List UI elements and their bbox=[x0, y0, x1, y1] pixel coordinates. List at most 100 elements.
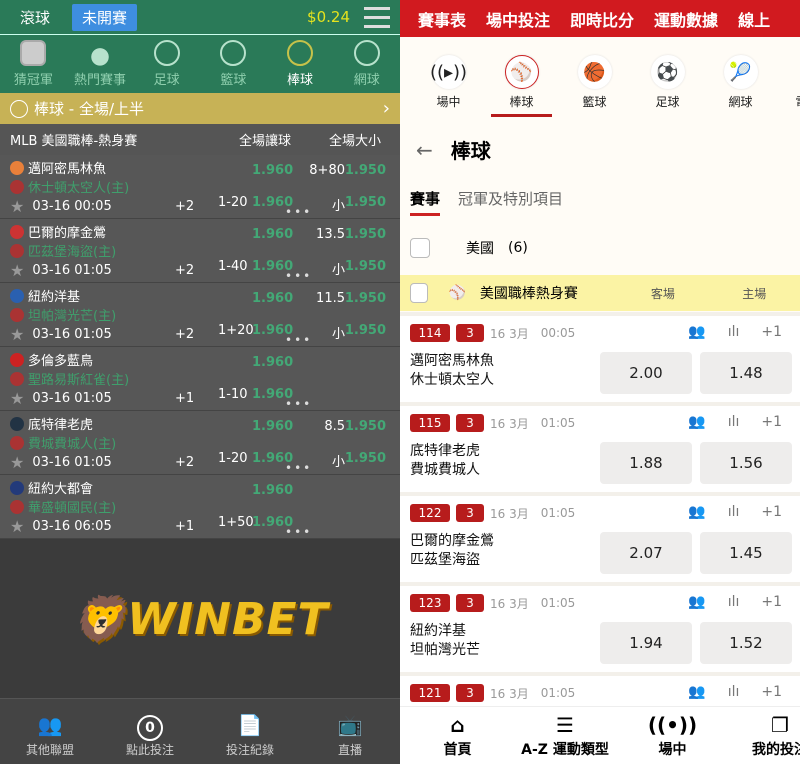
handicap-odd-away[interactable]: 1.960 bbox=[252, 291, 293, 306]
odd-away-button[interactable]: 2.07 bbox=[600, 532, 692, 574]
sport-tab-hot[interactable]: 熱門賽事 bbox=[67, 35, 134, 93]
country-row[interactable]: 美國 (6) bbox=[410, 238, 528, 258]
match-card[interactable]: 115 3 16 3月 01:05 👥 ılı +1 底特律老虎 費城費城人 1.88 1.… bbox=[400, 402, 800, 492]
sport-tennis[interactable]: 🎾 網球 bbox=[704, 55, 777, 117]
match-row[interactable]: 多倫多藍鳥 聖路易斯紅雀(主) ★ 03-16 01:05 +1 1.960 1-… bbox=[0, 347, 400, 411]
star-icon[interactable]: ★ bbox=[10, 197, 24, 216]
lineup-icon[interactable]: 👥 bbox=[688, 504, 705, 520]
top-tab-inplay[interactable]: 場中投注 bbox=[486, 7, 550, 31]
lineup-icon[interactable]: 👥 bbox=[688, 684, 705, 700]
over-odd[interactable]: 1.950 bbox=[345, 227, 386, 242]
menu-icon[interactable] bbox=[364, 6, 390, 28]
tab-live[interactable]: 滾球 bbox=[10, 4, 60, 31]
nav-live-stream[interactable]: 📺 直播 bbox=[300, 699, 400, 764]
odd-home-button[interactable]: 1.45 bbox=[700, 532, 792, 574]
more-dots-icon[interactable]: ••• bbox=[285, 397, 312, 411]
nav-inplay[interactable]: ((•)) 場中 bbox=[615, 707, 730, 764]
more-dots-icon[interactable]: ••• bbox=[285, 525, 312, 539]
stats-icon[interactable]: ılı bbox=[728, 414, 740, 430]
nav-az-sports[interactable]: ☰ A-Z 運動類型 bbox=[515, 707, 615, 764]
more-markets[interactable]: +1 bbox=[761, 594, 782, 610]
handicap-odd-away[interactable]: 1.960 bbox=[252, 483, 293, 498]
under-odd[interactable]: 1.950 bbox=[345, 323, 386, 338]
star-icon[interactable]: ★ bbox=[10, 261, 24, 280]
more-markets[interactable]: +1 bbox=[175, 391, 194, 406]
star-icon[interactable]: ★ bbox=[10, 517, 24, 536]
sport-tab-soccer[interactable]: 足球 bbox=[133, 35, 200, 93]
handicap-odd-away[interactable]: 1.960 bbox=[252, 163, 293, 178]
tab-outrights[interactable]: 冠軍及特別項目 bbox=[458, 188, 563, 216]
sport-tab-baseball[interactable]: 棒球 bbox=[267, 35, 334, 93]
star-icon[interactable]: ★ bbox=[10, 453, 24, 472]
match-row[interactable]: 邁阿密馬林魚 休士頓太空人(主) ★ 03-16 00:05 +2 1.960 1… bbox=[0, 155, 400, 219]
odd-away-button[interactable]: 1.94 bbox=[600, 622, 692, 664]
more-markets[interactable]: +1 bbox=[761, 324, 782, 340]
more-markets[interactable]: +1 bbox=[761, 414, 782, 430]
more-dots-icon[interactable]: ••• bbox=[285, 333, 312, 347]
sport-soccer[interactable]: ⚽ 足球 bbox=[631, 55, 704, 117]
odd-away-button[interactable]: 1.88 bbox=[600, 442, 692, 484]
handicap-odd-away[interactable]: 1.960 bbox=[252, 227, 293, 242]
odd-home-button[interactable]: 1.56 bbox=[700, 442, 792, 484]
tab-events[interactable]: 賽事 bbox=[410, 188, 441, 216]
more-markets[interactable]: +1 bbox=[175, 519, 194, 534]
stats-icon[interactable]: ılı bbox=[728, 684, 740, 700]
back-arrow-icon[interactable]: ← bbox=[416, 138, 433, 162]
match-card[interactable]: 122 3 16 3月 01:05 👥 ılı +1 巴爾的摩金鶯 匹茲堡海盜 2.07 1… bbox=[400, 492, 800, 582]
sport-basketball[interactable]: 🏀 籃球 bbox=[558, 55, 631, 117]
nav-bet-slip[interactable]: 0 點此投注 bbox=[100, 699, 200, 764]
lineup-icon[interactable]: 👥 bbox=[688, 414, 705, 430]
handicap-odd-away[interactable]: 1.960 bbox=[252, 355, 293, 370]
more-markets[interactable]: +2 bbox=[175, 199, 194, 214]
country-checkbox[interactable] bbox=[410, 238, 430, 258]
under-odd[interactable]: 1.950 bbox=[345, 195, 386, 210]
under-odd[interactable]: 1.950 bbox=[345, 451, 386, 466]
stats-icon[interactable]: ılı bbox=[728, 504, 740, 520]
nav-other-leagues[interactable]: 👥 其他聯盟 bbox=[0, 699, 100, 764]
odd-home-button[interactable]: 1.48 bbox=[700, 352, 792, 394]
sport-tab-tennis[interactable]: 網球 bbox=[333, 35, 400, 93]
sport-live[interactable]: ((▸)) 場中 bbox=[412, 55, 485, 117]
match-row[interactable]: 紐約大都會 華盛頓國民(主) ★ 03-16 06:05 +1 1.960 1+5… bbox=[0, 475, 400, 539]
odd-home-button[interactable]: 1.52 bbox=[700, 622, 792, 664]
star-icon[interactable]: ★ bbox=[10, 325, 24, 344]
match-row[interactable]: 底特律老虎 費城費城人(主) ★ 03-16 01:05 +2 1.960 1-2… bbox=[0, 411, 400, 475]
match-row[interactable]: 巴爾的摩金鶯 匹茲堡海盜(主) ★ 03-16 01:05 +2 1.960 1-… bbox=[0, 219, 400, 283]
nav-home[interactable]: ⌂ 首頁 bbox=[400, 707, 515, 764]
over-odd[interactable]: 1.950 bbox=[345, 163, 386, 178]
star-icon[interactable]: ★ bbox=[10, 389, 24, 408]
top-tab-schedule[interactable]: 賽事表 bbox=[418, 7, 466, 31]
more-markets[interactable]: +2 bbox=[175, 455, 194, 470]
nav-my-bets[interactable]: ❐ 我的投注 bbox=[730, 707, 800, 764]
handicap-odd-away[interactable]: 1.960 bbox=[252, 419, 293, 434]
tab-upcoming[interactable]: 未開賽 bbox=[72, 3, 138, 31]
more-markets[interactable]: +1 bbox=[761, 684, 782, 700]
over-odd[interactable]: 1.950 bbox=[345, 291, 386, 306]
sport-tab-champion[interactable]: 猜冠軍 bbox=[0, 35, 67, 93]
more-dots-icon[interactable]: ••• bbox=[285, 205, 312, 219]
more-markets[interactable]: +2 bbox=[175, 263, 194, 278]
match-card[interactable]: 123 3 16 3月 01:05 👥 ılı +1 紐約洋基 坦帕灣光芒 1.94 1.5… bbox=[400, 582, 800, 672]
top-tab-online[interactable]: 線上 bbox=[738, 7, 770, 31]
more-dots-icon[interactable]: ••• bbox=[285, 269, 312, 283]
match-row[interactable]: 紐約洋基 坦帕灣光芒(主) ★ 03-16 01:05 +2 1.960 1+20… bbox=[0, 283, 400, 347]
lineup-icon[interactable]: 👥 bbox=[688, 324, 705, 340]
top-tab-stats[interactable]: 運動數據 bbox=[654, 7, 718, 31]
over-odd[interactable]: 1.950 bbox=[345, 419, 386, 434]
more-markets[interactable]: +1 bbox=[761, 504, 782, 520]
sport-tab-basketball[interactable]: 籃球 bbox=[200, 35, 267, 93]
match-card[interactable]: 114 3 16 3月 00:05 👥 ılı +1 邁阿密馬林魚 休士頓太空人 2.00 … bbox=[400, 312, 800, 402]
more-markets[interactable]: +2 bbox=[175, 327, 194, 342]
sport-esports[interactable]: 電子競 bbox=[777, 55, 800, 117]
lineup-icon[interactable]: 👥 bbox=[688, 594, 705, 610]
odd-away-button[interactable]: 2.00 bbox=[600, 352, 692, 394]
more-dots-icon[interactable]: ••• bbox=[285, 461, 312, 475]
league-checkbox[interactable] bbox=[410, 283, 429, 303]
under-odd[interactable]: 1.950 bbox=[345, 259, 386, 274]
nav-bet-history[interactable]: 📄 投注紀錄 bbox=[200, 699, 300, 764]
stats-icon[interactable]: ılı bbox=[728, 594, 740, 610]
sport-baseball[interactable]: ⚾ 棒球 bbox=[485, 55, 558, 117]
top-tab-livescore[interactable]: 即時比分 bbox=[570, 7, 634, 31]
stats-icon[interactable]: ılı bbox=[728, 324, 740, 340]
section-bar[interactable]: 棒球 - 全場/上半 › bbox=[0, 93, 400, 124]
